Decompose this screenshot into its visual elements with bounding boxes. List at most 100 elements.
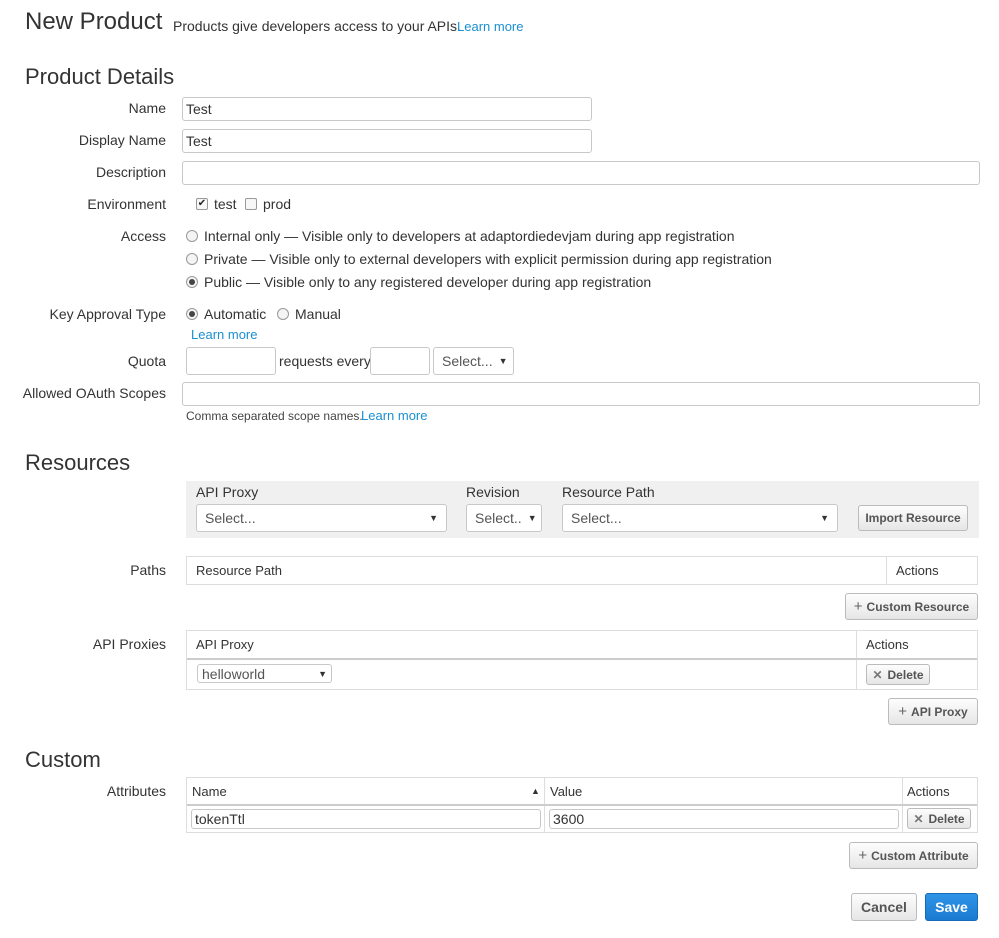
chevron-down-icon: ▼ <box>498 356 508 366</box>
sort-ascending-icon[interactable]: ▲ <box>531 786 540 796</box>
access-public-option[interactable]: Public — Visible only to any registered … <box>186 274 651 290</box>
chevron-down-icon: ▼ <box>318 668 327 679</box>
add-api-proxy-label: API Proxy <box>911 704 968 719</box>
api-proxies-header-actions: Actions <box>866 637 909 652</box>
save-button[interactable]: Save <box>925 893 978 921</box>
environment-prod-option[interactable]: prod <box>245 196 291 212</box>
access-public-label: Public — Visible only to any registered … <box>204 274 652 290</box>
add-custom-resource-button[interactable]: + Custom Resource <box>845 593 978 620</box>
delete-attribute-label: Delete <box>928 811 965 826</box>
key-approval-automatic-option[interactable]: Automatic <box>186 306 266 322</box>
import-resource-label: Import Resource <box>865 511 961 525</box>
access-private-radio[interactable] <box>186 253 198 265</box>
revision-picker-label: Revision <box>466 484 520 500</box>
quota-unit-select[interactable]: Select... ▼ <box>433 347 514 375</box>
import-resource-button[interactable]: Import Resource <box>858 505 968 531</box>
paths-table <box>186 556 978 585</box>
quota-unit-value: Select... <box>442 353 493 369</box>
paths-label: Paths <box>130 562 166 578</box>
environment-test-checkbox[interactable]: ✔ <box>196 198 208 210</box>
close-icon: ✕ <box>913 811 924 826</box>
key-approval-label: Key Approval Type <box>49 306 166 322</box>
api-proxy-picker-value: Select... <box>205 510 256 526</box>
cancel-button[interactable]: Cancel <box>851 893 917 921</box>
revision-picker-select[interactable]: Select.. ▼ <box>466 504 542 532</box>
column-divider <box>886 557 887 584</box>
chevron-down-icon: ▼ <box>429 513 438 523</box>
delete-proxy-label: Delete <box>887 667 924 682</box>
attributes-header-name: Name <box>192 784 227 799</box>
page-subtitle: Products give developers access to your … <box>173 18 461 34</box>
environment-test-label: test <box>214 196 237 212</box>
key-approval-automatic-label: Automatic <box>204 306 267 322</box>
oauth-scopes-label: Allowed OAuth Scopes <box>22 385 166 401</box>
chevron-down-icon: ▼ <box>527 513 537 523</box>
display-name-input[interactable] <box>182 129 592 153</box>
attributes-header-value: Value <box>550 784 583 799</box>
quota-count-input[interactable] <box>186 347 276 375</box>
key-approval-manual-radio[interactable] <box>277 308 289 320</box>
environment-prod-checkbox[interactable] <box>245 198 257 210</box>
name-input[interactable] <box>182 97 592 121</box>
oauth-scopes-input[interactable] <box>182 382 980 406</box>
attributes-label: Attributes <box>106 783 166 799</box>
plus-icon: + <box>853 598 863 615</box>
save-label: Save <box>935 899 968 915</box>
product-details-heading: Product Details <box>25 64 175 89</box>
quota-interval-input[interactable] <box>370 347 430 375</box>
environment-prod-label: prod <box>263 196 292 212</box>
revision-picker-value: Select.. <box>475 510 522 526</box>
key-approval-automatic-radio[interactable] <box>186 308 198 320</box>
display-name-label: Display Name <box>78 132 166 148</box>
delete-attribute-button[interactable]: ✕ Delete <box>907 808 971 829</box>
api-proxy-row-value: helloworld <box>202 665 266 682</box>
access-internal-option[interactable]: Internal only — Visible only to develope… <box>186 228 735 244</box>
quota-label: Quota <box>127 353 166 369</box>
api-proxy-row-select[interactable]: helloworld ▼ <box>197 664 332 683</box>
resources-heading: Resources <box>25 450 131 475</box>
api-proxy-picker-label: API Proxy <box>196 484 259 500</box>
add-api-proxy-button[interactable]: + API Proxy <box>888 698 978 725</box>
close-icon: ✕ <box>872 667 883 682</box>
access-label: Access <box>120 228 166 244</box>
oauth-scopes-hint: Comma separated scope names. <box>186 409 363 423</box>
description-input[interactable] <box>182 161 980 185</box>
key-approval-manual-option[interactable]: Manual <box>277 306 341 322</box>
access-private-label: Private — Visible only to external devel… <box>204 251 772 267</box>
header-divider <box>187 658 977 660</box>
add-custom-resource-label: Custom Resource <box>866 599 970 614</box>
page-title: New Product <box>25 8 163 35</box>
delete-proxy-button[interactable]: ✕ Delete <box>866 664 930 685</box>
resource-path-picker-label: Resource Path <box>562 484 655 500</box>
api-proxies-header-proxy: API Proxy <box>196 637 254 652</box>
attribute-value-input[interactable] <box>549 809 899 829</box>
paths-header-actions: Actions <box>896 563 939 578</box>
attributes-header-actions: Actions <box>907 784 950 799</box>
header-divider <box>187 804 977 806</box>
access-internal-radio[interactable] <box>186 230 198 242</box>
resource-path-picker-value: Select... <box>571 510 622 526</box>
access-internal-label: Internal only — Visible only to develope… <box>204 228 735 244</box>
plus-icon: + <box>898 703 908 720</box>
paths-header-resource-path: Resource Path <box>196 563 282 578</box>
name-label: Name <box>128 100 166 116</box>
attribute-name-input[interactable] <box>191 809 541 829</box>
oauth-learn-more-link[interactable]: Learn more <box>361 408 427 423</box>
add-custom-attribute-button[interactable]: + Custom Attribute <box>849 842 978 869</box>
column-divider <box>856 631 857 689</box>
cancel-label: Cancel <box>861 899 907 915</box>
key-approval-manual-label: Manual <box>295 306 341 322</box>
quota-requests-every-text: requests every <box>279 353 371 369</box>
custom-heading: Custom <box>25 747 101 772</box>
chevron-down-icon: ▼ <box>820 513 829 523</box>
description-label: Description <box>95 164 166 180</box>
key-approval-learn-more-link[interactable]: Learn more <box>191 327 257 342</box>
plus-icon: + <box>858 847 868 864</box>
api-proxy-picker-select[interactable]: Select... ▼ <box>196 504 447 532</box>
access-private-option[interactable]: Private — Visible only to external devel… <box>186 251 772 267</box>
access-public-radio[interactable] <box>186 276 198 288</box>
header-learn-more-link[interactable]: Learn more <box>457 19 523 34</box>
api-proxies-label: API Proxies <box>92 636 166 652</box>
resource-path-picker-select[interactable]: Select... ▼ <box>562 504 838 532</box>
environment-test-option[interactable]: ✔ test <box>196 196 237 212</box>
